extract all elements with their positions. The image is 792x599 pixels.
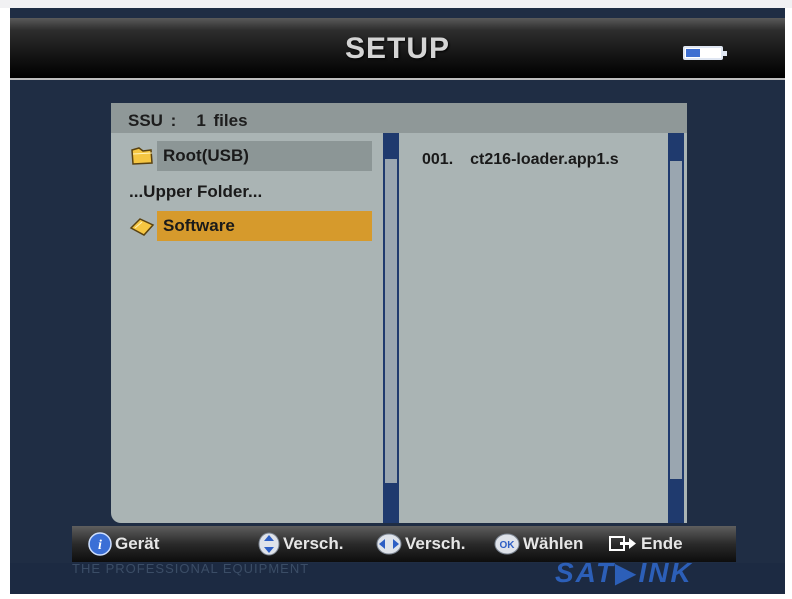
folder-item-upper[interactable]: ...Upper Folder... xyxy=(129,177,262,207)
svg-text:OK: OK xyxy=(500,540,516,551)
hint-label: Versch. xyxy=(283,534,344,553)
hint-label: Gerät xyxy=(115,534,160,553)
folder-label: ...Upper Folder... xyxy=(129,182,263,201)
hint-up-down[interactable]: Versch. xyxy=(258,532,344,556)
info-icon: i xyxy=(88,532,112,556)
source-label: SSU : xyxy=(128,111,177,130)
key-hint-bar: i Gerät Versch. Versch. OK Wählen Ende xyxy=(72,526,736,562)
ok-icon: OK xyxy=(494,533,520,555)
file-list: 001. ct216-loader.app1.s xyxy=(408,133,668,523)
folder-list: Root(USB) ...Upper Folder... Software xyxy=(111,133,383,523)
file-scrollbar[interactable] xyxy=(668,133,684,523)
hint-info[interactable]: i Gerät xyxy=(88,532,159,556)
tv-screen: SETUP SSU : 1 files Root(USB) ...Upper Fo… xyxy=(10,8,785,594)
left-right-arrows-icon xyxy=(376,533,402,555)
folder-item-software[interactable]: Software xyxy=(129,211,372,241)
up-down-arrows-icon xyxy=(258,532,280,556)
hint-label: Wählen xyxy=(523,534,584,553)
hint-ok[interactable]: OK Wählen xyxy=(494,533,583,555)
hint-left-right[interactable]: Versch. xyxy=(376,533,466,555)
file-item[interactable]: 001. ct216-loader.app1.s xyxy=(422,151,619,169)
header-bar: SETUP xyxy=(10,18,785,80)
folder-scrollbar[interactable] xyxy=(383,133,399,523)
folder-open-icon xyxy=(129,218,155,236)
folder-icon xyxy=(131,147,153,165)
tagline-watermark: THE PROFESSIONAL EQUIPMENT xyxy=(72,561,310,576)
battery-icon xyxy=(683,46,727,60)
file-browser-panel: SSU : 1 files Root(USB) ...Upper Folder..… xyxy=(111,103,687,523)
hint-label: Ende xyxy=(641,534,683,553)
exit-icon xyxy=(609,536,636,551)
battery-level xyxy=(686,49,700,57)
browser-header: SSU : 1 files xyxy=(111,103,687,133)
backdrop-top xyxy=(0,0,792,8)
hint-exit[interactable]: Ende xyxy=(608,534,683,554)
svg-text:i: i xyxy=(98,538,102,553)
scroll-thumb[interactable] xyxy=(670,161,682,479)
hint-label: Versch. xyxy=(405,534,466,553)
folder-label: Software xyxy=(157,211,372,241)
file-count: 1 files xyxy=(196,111,248,130)
file-name: ct216-loader.app1.s xyxy=(470,151,619,168)
scroll-thumb[interactable] xyxy=(385,159,397,483)
page-title: SETUP xyxy=(344,32,451,65)
folder-label: Root(USB) xyxy=(157,141,372,171)
file-index: 001. xyxy=(422,151,454,168)
folder-item-root[interactable]: Root(USB) xyxy=(129,141,372,171)
